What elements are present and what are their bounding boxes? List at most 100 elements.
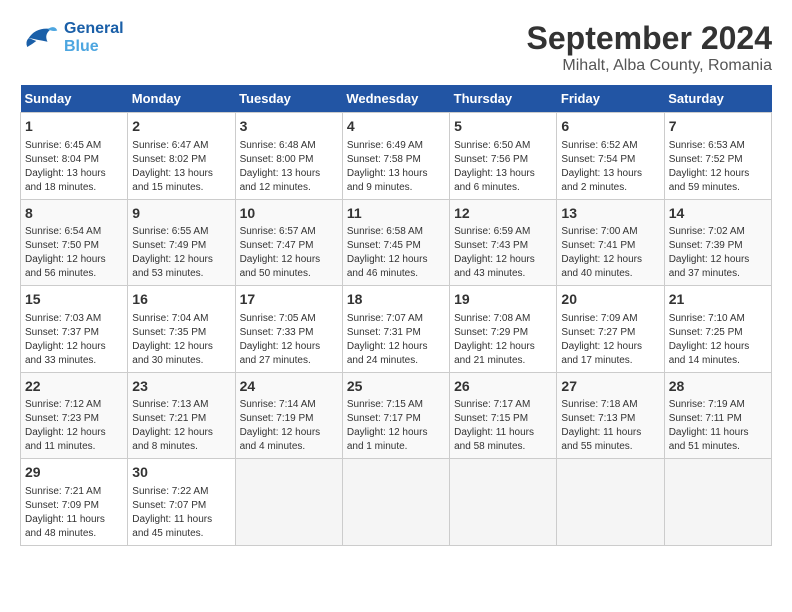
day-number: 5: [454, 117, 552, 137]
day-info: Sunrise: 6:58 AM Sunset: 7:45 PM Dayligh…: [347, 225, 445, 281]
day-info: Sunrise: 7:19 AM Sunset: 7:11 PM Dayligh…: [669, 398, 767, 454]
day-number: 23: [132, 377, 230, 397]
day-info: Sunrise: 7:02 AM Sunset: 7:39 PM Dayligh…: [669, 225, 767, 281]
day-number: 9: [132, 204, 230, 224]
calendar-header-row: SundayMondayTuesdayWednesdayThursdayFrid…: [21, 85, 772, 113]
day-number: 24: [240, 377, 338, 397]
calendar-cell: 1Sunrise: 6:45 AM Sunset: 8:04 PM Daylig…: [21, 113, 128, 200]
calendar-cell: 2Sunrise: 6:47 AM Sunset: 8:02 PM Daylig…: [128, 113, 235, 200]
day-number: 27: [561, 377, 659, 397]
day-info: Sunrise: 6:49 AM Sunset: 7:58 PM Dayligh…: [347, 139, 445, 195]
day-info: Sunrise: 7:09 AM Sunset: 7:27 PM Dayligh…: [561, 312, 659, 368]
day-number: 19: [454, 290, 552, 310]
column-header-sunday: Sunday: [21, 85, 128, 113]
calendar-cell: 24Sunrise: 7:14 AM Sunset: 7:19 PM Dayli…: [235, 372, 342, 459]
calendar-cell: 20Sunrise: 7:09 AM Sunset: 7:27 PM Dayli…: [557, 286, 664, 373]
calendar-cell: 22Sunrise: 7:12 AM Sunset: 7:23 PM Dayli…: [21, 372, 128, 459]
day-info: Sunrise: 7:18 AM Sunset: 7:13 PM Dayligh…: [561, 398, 659, 454]
day-number: 26: [454, 377, 552, 397]
calendar-cell: 17Sunrise: 7:05 AM Sunset: 7:33 PM Dayli…: [235, 286, 342, 373]
day-number: 10: [240, 204, 338, 224]
calendar-cell: 10Sunrise: 6:57 AM Sunset: 7:47 PM Dayli…: [235, 199, 342, 286]
calendar-cell: [557, 459, 664, 546]
day-number: 14: [669, 204, 767, 224]
calendar-week-4: 22Sunrise: 7:12 AM Sunset: 7:23 PM Dayli…: [21, 372, 772, 459]
day-number: 8: [25, 204, 123, 224]
calendar-week-1: 1Sunrise: 6:45 AM Sunset: 8:04 PM Daylig…: [21, 113, 772, 200]
day-info: Sunrise: 6:47 AM Sunset: 8:02 PM Dayligh…: [132, 139, 230, 195]
day-info: Sunrise: 7:13 AM Sunset: 7:21 PM Dayligh…: [132, 398, 230, 454]
calendar-cell: [235, 459, 342, 546]
day-info: Sunrise: 7:00 AM Sunset: 7:41 PM Dayligh…: [561, 225, 659, 281]
day-number: 28: [669, 377, 767, 397]
day-number: 3: [240, 117, 338, 137]
day-info: Sunrise: 6:53 AM Sunset: 7:52 PM Dayligh…: [669, 139, 767, 195]
day-number: 7: [669, 117, 767, 137]
logo: General Blue: [20, 20, 124, 55]
day-info: Sunrise: 6:57 AM Sunset: 7:47 PM Dayligh…: [240, 225, 338, 281]
day-number: 29: [25, 463, 123, 483]
calendar-cell: [664, 459, 771, 546]
day-info: Sunrise: 7:21 AM Sunset: 7:09 PM Dayligh…: [25, 485, 123, 541]
calendar-cell: 18Sunrise: 7:07 AM Sunset: 7:31 PM Dayli…: [342, 286, 449, 373]
day-number: 22: [25, 377, 123, 397]
calendar-cell: 28Sunrise: 7:19 AM Sunset: 7:11 PM Dayli…: [664, 372, 771, 459]
column-header-friday: Friday: [557, 85, 664, 113]
calendar-cell: 25Sunrise: 7:15 AM Sunset: 7:17 PM Dayli…: [342, 372, 449, 459]
day-number: 30: [132, 463, 230, 483]
day-number: 21: [669, 290, 767, 310]
day-info: Sunrise: 7:05 AM Sunset: 7:33 PM Dayligh…: [240, 312, 338, 368]
day-number: 17: [240, 290, 338, 310]
calendar-week-2: 8Sunrise: 6:54 AM Sunset: 7:50 PM Daylig…: [21, 199, 772, 286]
day-info: Sunrise: 7:14 AM Sunset: 7:19 PM Dayligh…: [240, 398, 338, 454]
day-info: Sunrise: 7:08 AM Sunset: 7:29 PM Dayligh…: [454, 312, 552, 368]
calendar-cell: 30Sunrise: 7:22 AM Sunset: 7:07 PM Dayli…: [128, 459, 235, 546]
calendar-cell: 11Sunrise: 6:58 AM Sunset: 7:45 PM Dayli…: [342, 199, 449, 286]
title-section: September 2024 Mihalt, Alba County, Roma…: [527, 20, 772, 75]
calendar-cell: 26Sunrise: 7:17 AM Sunset: 7:15 PM Dayli…: [450, 372, 557, 459]
calendar-cell: 13Sunrise: 7:00 AM Sunset: 7:41 PM Dayli…: [557, 199, 664, 286]
day-number: 6: [561, 117, 659, 137]
day-number: 15: [25, 290, 123, 310]
calendar-cell: 23Sunrise: 7:13 AM Sunset: 7:21 PM Dayli…: [128, 372, 235, 459]
day-number: 4: [347, 117, 445, 137]
calendar-cell: [450, 459, 557, 546]
page-header: General Blue September 2024 Mihalt, Alba…: [20, 20, 772, 75]
calendar-cell: 5Sunrise: 6:50 AM Sunset: 7:56 PM Daylig…: [450, 113, 557, 200]
day-info: Sunrise: 7:12 AM Sunset: 7:23 PM Dayligh…: [25, 398, 123, 454]
calendar-cell: 27Sunrise: 7:18 AM Sunset: 7:13 PM Dayli…: [557, 372, 664, 459]
logo-icon: [20, 23, 60, 53]
location-subtitle: Mihalt, Alba County, Romania: [527, 57, 772, 75]
day-info: Sunrise: 6:50 AM Sunset: 7:56 PM Dayligh…: [454, 139, 552, 195]
calendar-cell: 8Sunrise: 6:54 AM Sunset: 7:50 PM Daylig…: [21, 199, 128, 286]
calendar-cell: 3Sunrise: 6:48 AM Sunset: 8:00 PM Daylig…: [235, 113, 342, 200]
day-number: 25: [347, 377, 445, 397]
calendar-cell: 29Sunrise: 7:21 AM Sunset: 7:09 PM Dayli…: [21, 459, 128, 546]
column-header-monday: Monday: [128, 85, 235, 113]
day-number: 12: [454, 204, 552, 224]
calendar-cell: 9Sunrise: 6:55 AM Sunset: 7:49 PM Daylig…: [128, 199, 235, 286]
month-title: September 2024: [527, 20, 772, 57]
day-info: Sunrise: 6:45 AM Sunset: 8:04 PM Dayligh…: [25, 139, 123, 195]
day-number: 11: [347, 204, 445, 224]
calendar-table: SundayMondayTuesdayWednesdayThursdayFrid…: [20, 85, 772, 546]
calendar-cell: 15Sunrise: 7:03 AM Sunset: 7:37 PM Dayli…: [21, 286, 128, 373]
day-info: Sunrise: 7:17 AM Sunset: 7:15 PM Dayligh…: [454, 398, 552, 454]
calendar-cell: 19Sunrise: 7:08 AM Sunset: 7:29 PM Dayli…: [450, 286, 557, 373]
day-number: 18: [347, 290, 445, 310]
day-info: Sunrise: 6:59 AM Sunset: 7:43 PM Dayligh…: [454, 225, 552, 281]
column-header-wednesday: Wednesday: [342, 85, 449, 113]
day-number: 20: [561, 290, 659, 310]
calendar-cell: 7Sunrise: 6:53 AM Sunset: 7:52 PM Daylig…: [664, 113, 771, 200]
day-info: Sunrise: 7:10 AM Sunset: 7:25 PM Dayligh…: [669, 312, 767, 368]
day-info: Sunrise: 7:07 AM Sunset: 7:31 PM Dayligh…: [347, 312, 445, 368]
day-info: Sunrise: 7:22 AM Sunset: 7:07 PM Dayligh…: [132, 485, 230, 541]
column-header-saturday: Saturday: [664, 85, 771, 113]
day-info: Sunrise: 6:52 AM Sunset: 7:54 PM Dayligh…: [561, 139, 659, 195]
day-number: 2: [132, 117, 230, 137]
day-info: Sunrise: 6:55 AM Sunset: 7:49 PM Dayligh…: [132, 225, 230, 281]
day-info: Sunrise: 6:54 AM Sunset: 7:50 PM Dayligh…: [25, 225, 123, 281]
day-number: 16: [132, 290, 230, 310]
day-info: Sunrise: 7:04 AM Sunset: 7:35 PM Dayligh…: [132, 312, 230, 368]
calendar-week-5: 29Sunrise: 7:21 AM Sunset: 7:09 PM Dayli…: [21, 459, 772, 546]
